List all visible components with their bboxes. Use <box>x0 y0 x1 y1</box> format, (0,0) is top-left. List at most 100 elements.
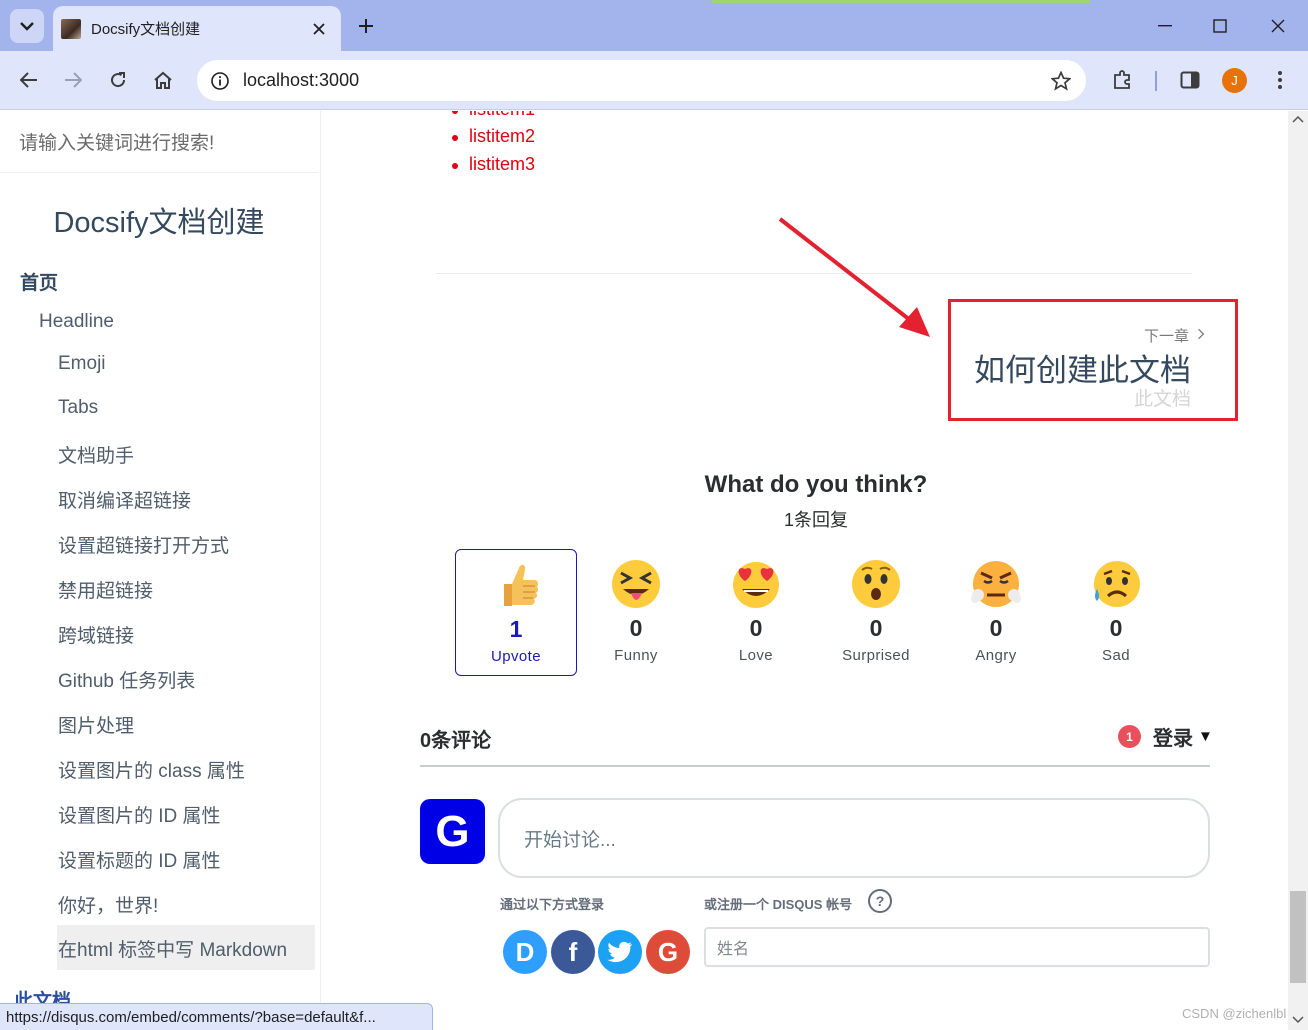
sidebar-item-hello-world[interactable]: 你好，世界! <box>58 891 158 918</box>
scroll-down-icon[interactable] <box>1292 1016 1304 1024</box>
reaction-funny[interactable]: 0 Funny <box>575 549 697 676</box>
facebook-login-button[interactable]: f <box>551 930 595 974</box>
reaction-label: Sad <box>1102 647 1130 664</box>
angry-face-icon <box>971 561 1021 607</box>
sidebar-item-disable-link[interactable]: 禁用超链接 <box>58 576 153 603</box>
login-menu[interactable]: 1 登录 ▼ <box>1118 722 1213 751</box>
sidebar-item-cancel-link-compile[interactable]: 取消编译超链接 <box>58 486 191 513</box>
reaction-surprised[interactable]: 0 Surprised <box>815 549 937 676</box>
notification-badge[interactable]: 1 <box>1118 725 1141 748</box>
arrow-left-icon <box>20 72 37 88</box>
help-icon[interactable]: ? <box>868 889 892 913</box>
sidebar: 请输入关键词进行搜索! Docsify文档创建 首页 Headline Emoj… <box>0 111 321 1030</box>
reply-count: 1条回复 <box>783 510 848 530</box>
arrow-right-icon <box>65 72 82 88</box>
google-login-button[interactable]: G <box>646 930 690 974</box>
reaction-label: Surprised <box>842 647 910 664</box>
sidebar-item-cross-origin-link[interactable]: 跨域链接 <box>58 621 134 648</box>
close-icon <box>313 22 325 35</box>
thumbs-up-icon <box>504 564 539 606</box>
reload-icon <box>111 72 126 88</box>
comments-divider <box>420 765 1210 767</box>
reaction-label: Love <box>738 647 774 664</box>
next-chapter-label: 下一章 <box>1143 328 1189 345</box>
sidebar-item-heading-id[interactable]: 设置标题的 ID 属性 <box>58 846 221 873</box>
reaction-count: 0 <box>629 615 643 641</box>
reaction-count: 0 <box>1109 615 1123 641</box>
name-input[interactable]: 姓名 <box>704 927 1210 967</box>
reaction-label: Funny <box>614 647 658 664</box>
site-info-icon[interactable] <box>207 68 233 94</box>
browser-tab-strip: Docsify文档创建 <box>0 0 1308 51</box>
side-panel-icon <box>1180 71 1200 89</box>
home-button[interactable] <box>148 65 178 95</box>
sidebar-item-github-tasklist[interactable]: Github 任务列表 <box>58 666 195 693</box>
forward-button[interactable] <box>58 65 88 95</box>
comments-count: 0条评论 <box>420 730 492 752</box>
login-with-label: 通过以下方式登录 <box>500 897 605 912</box>
minimize-icon <box>1158 25 1172 27</box>
tab-strip-accent <box>712 0 1090 3</box>
browser-menu-button[interactable] <box>1265 65 1295 95</box>
sidebar-item-image-handling[interactable]: 图片处理 <box>58 711 134 738</box>
next-chapter-hint: 此文档 <box>1133 389 1191 410</box>
minimize-button[interactable] <box>1151 12 1179 40</box>
reload-button[interactable] <box>103 65 133 95</box>
sidebar-item-headline[interactable]: Headline <box>39 311 114 333</box>
sidebar-item-link-open-mode[interactable]: 设置超链接打开方式 <box>58 531 229 558</box>
sidebar-item-tabs[interactable]: Tabs <box>58 397 98 419</box>
sidebar-item-image-id[interactable]: 设置图片的 ID 属性 <box>58 801 221 828</box>
reaction-sad[interactable]: 0 Sad <box>1055 549 1177 676</box>
sidebar-item-home[interactable]: 首页 <box>20 268 58 295</box>
url-text[interactable]: localhost:3000 <box>243 70 1046 91</box>
reaction-count: 1 <box>509 616 523 642</box>
reactions-heading: What do you think? <box>704 471 928 498</box>
new-tab-button[interactable] <box>352 12 380 40</box>
sidebar-item-doc-helper[interactable]: 文档助手 <box>58 441 134 468</box>
next-chapter-link[interactable]: 下一章 如何创建此文档 此文档 <box>948 299 1238 421</box>
more-vertical-icon <box>1278 71 1282 89</box>
reaction-love[interactable]: 0 Love <box>695 549 817 676</box>
caret-down-icon: ▼ <box>1198 728 1213 745</box>
close-window-button[interactable] <box>1264 12 1292 40</box>
puzzle-icon <box>1114 70 1130 89</box>
login-label[interactable]: 登录 <box>1153 722 1193 751</box>
sidebar-item-emoji[interactable]: Emoji <box>58 353 106 375</box>
address-bar[interactable]: localhost:3000 <box>197 60 1086 101</box>
back-button[interactable] <box>14 65 44 95</box>
disqus-icon: D <box>515 936 535 967</box>
reaction-count: 0 <box>989 615 1003 641</box>
browser-tab[interactable]: Docsify文档创建 <box>53 6 341 51</box>
red-arrow-annotation <box>778 217 930 337</box>
twitter-login-button[interactable] <box>598 930 642 974</box>
guest-avatar: G <box>420 799 485 864</box>
search-input[interactable]: 请输入关键词进行搜索! <box>0 111 318 173</box>
reaction-upvote[interactable]: 1 Upvote <box>455 549 577 676</box>
maximize-icon <box>1213 19 1227 33</box>
scrollbar-thumb[interactable] <box>1290 891 1306 983</box>
profile-avatar[interactable]: J <box>1222 68 1247 93</box>
sidebar-item-image-class[interactable]: 设置图片的 class 属性 <box>58 756 245 783</box>
surprised-face-icon <box>852 560 900 608</box>
disqus-login-button[interactable]: D <box>503 930 547 974</box>
toolbar-separator <box>1155 71 1157 91</box>
list-item: listitem1 <box>451 111 535 120</box>
chevron-down-icon <box>20 21 34 31</box>
reaction-label: Upvote <box>491 648 541 665</box>
side-panel-button[interactable] <box>1175 65 1205 95</box>
bookmark-star-icon[interactable] <box>1046 66 1076 96</box>
comment-input[interactable]: 开始讨论... <box>498 798 1210 878</box>
favicon-icon <box>61 18 81 39</box>
tab-search-button[interactable] <box>10 9 44 43</box>
sidebar-item-markdown-in-html[interactable]: 在html 标签中写 Markdown <box>57 925 315 970</box>
heart-eyes-face-icon <box>733 562 779 608</box>
app-name[interactable]: Docsify文档创建 <box>0 199 318 241</box>
status-bar-url: https://disqus.com/embed/comments/?base=… <box>0 1003 433 1030</box>
laughing-face-icon <box>612 560 660 608</box>
reaction-angry[interactable]: 0 Angry <box>935 549 1057 676</box>
list-item: listitem2 <box>451 126 536 146</box>
maximize-button[interactable] <box>1206 12 1234 40</box>
tab-close-button[interactable] <box>309 19 329 39</box>
scroll-up-icon[interactable] <box>1292 115 1304 123</box>
extensions-button[interactable] <box>1108 65 1138 95</box>
